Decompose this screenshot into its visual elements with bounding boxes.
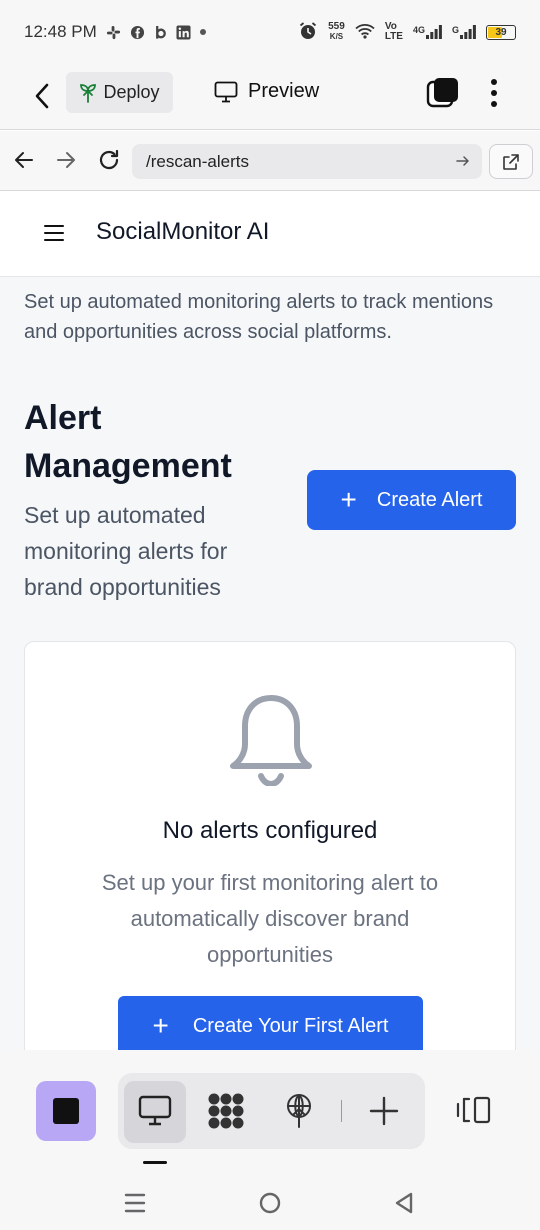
active-tab-indicator [143, 1161, 167, 1164]
open-external-button[interactable] [489, 144, 533, 179]
reload-button[interactable] [96, 147, 122, 173]
back-button[interactable] [28, 80, 56, 112]
more-options-button[interactable] [486, 76, 502, 110]
chevron-left-icon [35, 83, 49, 109]
monitor-icon [138, 1095, 172, 1126]
empty-state-description: Set up your first monitoring alert to au… [101, 870, 439, 967]
status-bar: 12:48 PM 559 K/S Vo LTE 4G G 39 [0, 0, 540, 64]
page-title: Alert Management [24, 399, 232, 485]
recents-icon [124, 1193, 146, 1213]
create-first-alert-label: Create Your First Alert [192, 1014, 389, 1037]
signal-4g: 4G [413, 25, 442, 39]
arrow-left-icon [15, 152, 33, 168]
view-switcher [118, 1073, 425, 1149]
status-time: 12:48 PM [24, 22, 97, 41]
divider [341, 1100, 342, 1122]
monitor-icon [214, 81, 238, 102]
nav-back-button[interactable] [11, 147, 37, 173]
preview-tab[interactable]: Preview [214, 80, 319, 103]
system-navigation [0, 1180, 540, 1230]
web-page: SocialMonitor AI Set up automated monito… [0, 191, 540, 1050]
signal-g: G [452, 25, 476, 39]
back-icon [395, 1192, 413, 1214]
empty-state-title: No alerts configured [162, 817, 378, 844]
sprout-icon [80, 83, 97, 103]
intro-text: Set up automated monitoring alerts to tr… [24, 291, 494, 343]
arrow-right-icon [456, 155, 469, 166]
plus-icon: + [152, 1010, 169, 1041]
monitor-view-button[interactable] [136, 1092, 174, 1130]
page-subtitle: Set up automated monitoring alerts for b… [24, 502, 228, 600]
status-right: 559 K/S Vo LTE 4G G 39 [298, 21, 516, 44]
preview-label: Preview [248, 80, 320, 102]
grid-icon [208, 1093, 244, 1129]
brand-name: SocialMonitor AI [96, 218, 270, 245]
tabs-icon [426, 78, 458, 108]
deploy-view-button[interactable] [280, 1092, 318, 1130]
dot-icon [199, 29, 206, 35]
stop-icon [53, 1098, 79, 1124]
tabs-button[interactable] [426, 76, 460, 110]
nav-forward-button[interactable] [53, 147, 79, 173]
more-vertical-icon [491, 79, 497, 85]
add-button[interactable] [365, 1092, 403, 1130]
signal-bars-icon [425, 25, 442, 39]
site-header: SocialMonitor AI [0, 191, 540, 277]
create-alert-button[interactable]: + Create Alert [307, 470, 516, 530]
external-link-icon [503, 153, 519, 170]
net-speed: 559 K/S [328, 21, 345, 42]
wifi-icon [355, 23, 375, 42]
stop-button[interactable] [36, 1081, 96, 1141]
url-field[interactable]: /rescan-alerts [132, 144, 482, 179]
bottom-toolbar [0, 1050, 540, 1180]
url-text: /rescan-alerts [146, 151, 249, 171]
plus-icon: + [340, 484, 357, 515]
sprout-icon [287, 1094, 311, 1128]
home-button[interactable] [255, 1188, 285, 1218]
bell-icon [230, 695, 312, 786]
hamburger-icon[interactable] [44, 225, 64, 241]
empty-state-card: No alerts configured Set up your first m… [24, 641, 516, 1050]
volte-badge: Vo LTE [384, 21, 403, 42]
slack-icon [106, 25, 121, 40]
deploy-button[interactable]: Deploy [66, 72, 173, 113]
home-icon [259, 1192, 281, 1214]
recents-button[interactable] [120, 1188, 150, 1218]
browser-bar: /rescan-alerts [0, 131, 540, 191]
panel-toggle-button[interactable] [452, 1090, 496, 1130]
b-app-icon [154, 25, 167, 40]
alarm-icon [298, 21, 318, 44]
facebook-icon [130, 25, 145, 40]
plus-icon [369, 1096, 399, 1126]
panel-icon [456, 1096, 491, 1124]
create-alert-label: Create Alert [376, 488, 483, 511]
signal-bars-icon [460, 25, 476, 39]
create-first-alert-button[interactable]: + Create Your First Alert [118, 996, 423, 1050]
workspace-button[interactable] [207, 1092, 245, 1130]
reload-icon [99, 149, 119, 170]
deploy-label: Deploy [103, 82, 160, 102]
battery-icon: 39 [486, 24, 516, 40]
go-button[interactable] [456, 152, 470, 172]
app-header: Deploy Preview [0, 64, 540, 130]
system-back-button[interactable] [389, 1188, 419, 1218]
linkedin-icon [176, 24, 191, 40]
arrow-right-icon [57, 152, 75, 168]
